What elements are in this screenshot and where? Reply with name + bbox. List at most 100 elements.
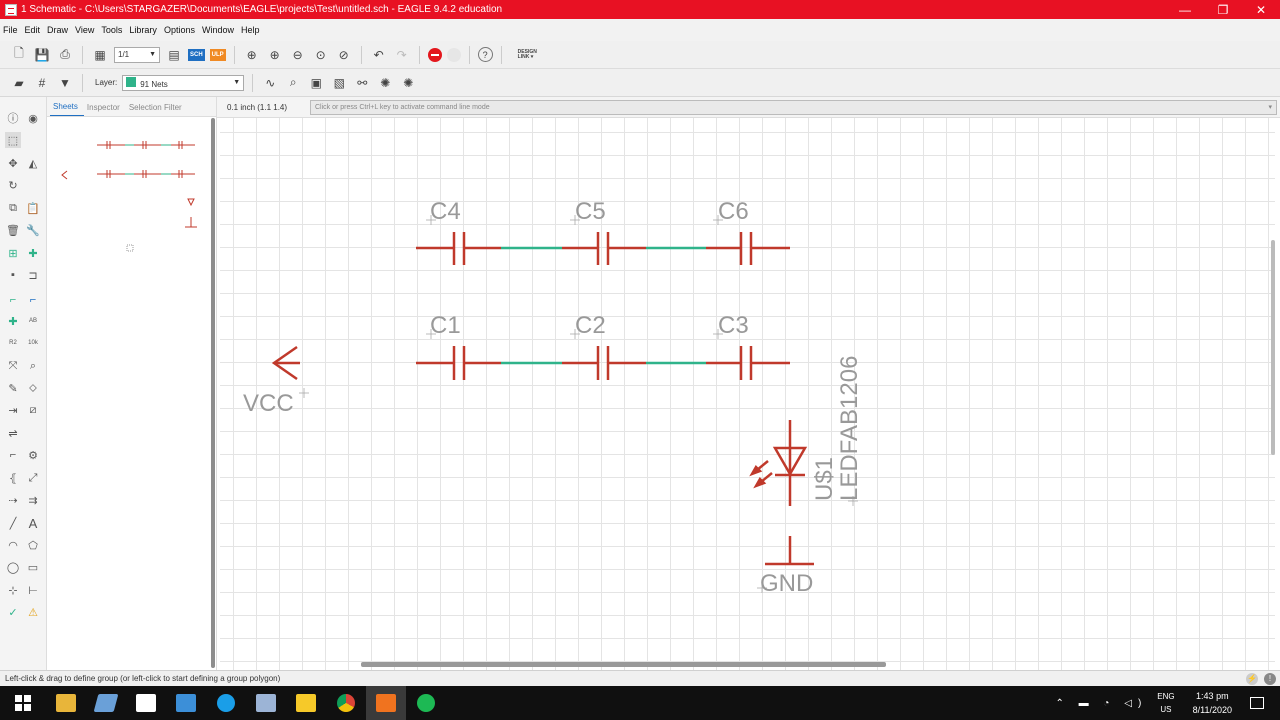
tray-icons[interactable]: ⌃ ▬ ◔ ◁) (1056, 698, 1148, 709)
zoom-fit-icon[interactable]: ⊕ (243, 46, 261, 64)
line-icon[interactable]: ╱ (5, 515, 21, 531)
attribute-icon[interactable]: ⌕ (25, 358, 41, 374)
tab-sheets[interactable]: Sheets (50, 102, 84, 116)
vcc-supply-symbol[interactable] (271, 345, 300, 381)
menu-view[interactable]: View (75, 25, 94, 35)
pinswap-icon[interactable]: ▧ (330, 74, 348, 92)
port-icon[interactable]: ⇥ (5, 402, 21, 418)
alert-icon[interactable]: ! (1264, 672, 1276, 685)
slice-icon[interactable]: ⦃ (5, 470, 21, 486)
start-button[interactable] (0, 686, 46, 720)
taskbar-app-3[interactable] (126, 686, 166, 720)
taskbar-sticky-notes[interactable] (286, 686, 326, 720)
side-panel-scrollbar[interactable] (211, 118, 215, 668)
menu-help[interactable]: Help (241, 25, 260, 35)
add-part-icon[interactable]: ✚ (25, 245, 41, 261)
capacitor-c4[interactable] (416, 232, 501, 265)
go-icon[interactable] (446, 47, 461, 62)
show-icon[interactable]: ◉ (25, 110, 41, 126)
mark-icon[interactable]: ⊹ (5, 582, 21, 598)
change-icon[interactable]: 🔧 (25, 222, 41, 238)
arrow-net-icon[interactable]: ⇢ (5, 492, 21, 508)
pen-icon[interactable]: ⧄ (25, 402, 41, 418)
rectangle-icon[interactable]: ▭ (25, 559, 41, 575)
layer-select[interactable]: 91 Nets ▼ (122, 74, 245, 91)
maximize-button[interactable]: ❐ (1204, 3, 1242, 17)
tab-selection-filter[interactable]: Selection Filter (126, 103, 188, 116)
paste-icon[interactable]: 📋 (25, 200, 41, 216)
filter-icon[interactable]: ▼ (56, 74, 74, 92)
erc-probe-icon[interactable]: ✎ (5, 380, 21, 396)
tag-icon[interactable]: ⬦ (25, 380, 41, 396)
capacitor-c5[interactable] (562, 232, 646, 265)
close-button[interactable]: ✕ (1242, 3, 1280, 17)
menu-options[interactable]: Options (164, 25, 195, 35)
text-icon[interactable]: A (25, 515, 41, 531)
menu-library[interactable]: Library (129, 25, 157, 35)
lightning-icon[interactable]: ⚡ (1246, 672, 1258, 685)
ripup-icon[interactable]: ⤢ (25, 470, 41, 486)
dimension-icon[interactable]: ⊢ (25, 582, 41, 598)
canvas-horizontal-scrollbar[interactable] (361, 662, 886, 667)
schematic-canvas[interactable]: C4 C5 C6 C1 C2 C3 VCC GND U$1 LEDFAB1206 (220, 118, 1275, 670)
taskbar-app-4[interactable] (166, 686, 206, 720)
taskbar-app-2[interactable] (86, 686, 126, 720)
info-icon[interactable]: ⓘ (5, 110, 21, 126)
menu-window[interactable]: Window (202, 25, 234, 35)
taskbar-skype[interactable] (206, 686, 246, 720)
warning-icon[interactable]: ⚠ (25, 604, 41, 620)
language-indicator[interactable]: ENG US (1157, 690, 1174, 716)
clock[interactable]: 1:43 pm 8/11/2020 (1193, 689, 1232, 717)
menu-draw[interactable]: Draw (47, 25, 68, 35)
net-icon[interactable]: ⌐ (5, 292, 21, 308)
zoom-out-icon[interactable]: ⊖ (289, 46, 307, 64)
taskbar-file-explorer[interactable] (46, 686, 86, 720)
settings-icon[interactable]: ✺ (399, 74, 417, 92)
command-line-input[interactable]: Click or press Ctrl+L key to activate co… (310, 99, 1277, 115)
gateswap-icon[interactable]: ⊐ (25, 267, 41, 283)
junction-icon[interactable]: ✚ (5, 313, 21, 329)
tab-inspector[interactable]: Inspector (84, 103, 126, 116)
stop-icon[interactable] (427, 47, 442, 62)
menu-edit[interactable]: Edit (25, 25, 41, 35)
capacitor-c6[interactable] (706, 232, 790, 265)
zoom-in-icon[interactable]: ⊕ (266, 46, 284, 64)
polygon-icon[interactable]: ⬠ (25, 537, 41, 553)
sheet-thumbnail[interactable] (47, 117, 212, 670)
notification-icon[interactable] (1250, 697, 1264, 709)
capacitor-c2[interactable] (562, 346, 646, 380)
split-icon[interactable]: ▪ (5, 267, 21, 283)
taskbar-eagle[interactable] (366, 686, 406, 720)
print-icon[interactable]: ⎙ (56, 46, 74, 64)
sch-button[interactable]: SCH (188, 48, 205, 61)
design-link-button[interactable]: DESIGN LINK ▾ (518, 49, 537, 60)
replace-icon[interactable]: ⊞ (5, 245, 21, 261)
menu-tools[interactable]: Tools (101, 25, 122, 35)
pinswap-tool-icon[interactable]: ⇌ (5, 425, 21, 441)
net-class-icon[interactable]: ▣ (307, 74, 325, 92)
ulp-button[interactable]: ULP (209, 48, 226, 61)
connector-icon[interactable]: ⇉ (25, 492, 41, 508)
capacitor-c1[interactable] (416, 346, 501, 380)
redo-icon[interactable]: ↷ (393, 46, 411, 64)
delete-icon[interactable]: 🗑 (5, 222, 21, 238)
label-icon[interactable]: AB (25, 313, 41, 329)
led-symbol[interactable] (749, 420, 808, 506)
menu-file[interactable]: File (3, 25, 18, 35)
taskbar-chrome[interactable] (326, 686, 366, 720)
canvas-vertical-scrollbar[interactable] (1271, 240, 1275, 455)
wire-bend-icon[interactable]: ∿ (261, 74, 279, 92)
save-icon[interactable]: 💾 (33, 46, 51, 64)
gear-icon[interactable]: ✺ (376, 74, 394, 92)
new-file-icon[interactable]: 🗋 (10, 46, 28, 64)
copy-icon[interactable]: ⧉ (5, 200, 21, 216)
cam-icon[interactable]: ▦ (91, 46, 109, 64)
layer-settings-icon[interactable]: ▰ (10, 74, 28, 92)
group-icon[interactable]: ⬚ (5, 132, 21, 148)
move-icon[interactable]: ✥ (5, 155, 21, 171)
zoom-select-icon[interactable]: ⊙ (312, 46, 330, 64)
help-icon[interactable]: ? (477, 47, 493, 62)
smash-icon[interactable]: ⤧ (5, 358, 21, 374)
name-icon[interactable]: R2 (5, 335, 21, 351)
search-icon[interactable]: ⌕ (284, 74, 302, 92)
